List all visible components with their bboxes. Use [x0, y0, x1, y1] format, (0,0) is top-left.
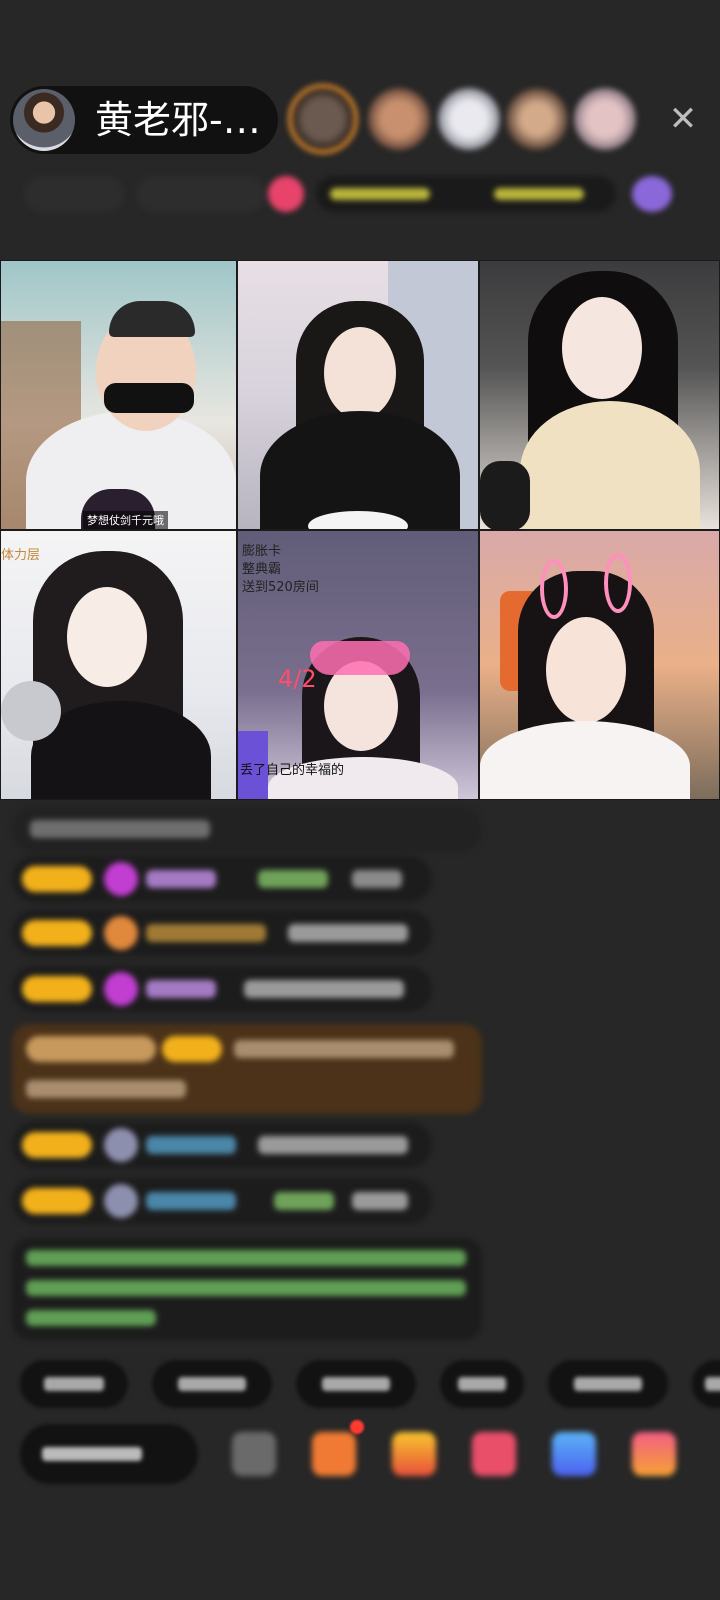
- chat-message: [12, 856, 432, 902]
- emoji-icon[interactable]: [232, 1432, 276, 1476]
- chat-input[interactable]: [20, 1424, 198, 1484]
- gift-box-icon[interactable]: [312, 1432, 356, 1476]
- host-info[interactable]: 黄老邪-…: [10, 86, 278, 154]
- viewer-avatar[interactable]: [288, 84, 358, 154]
- video-caption: 体力层: [1, 548, 41, 563]
- video-tile[interactable]: [479, 530, 720, 800]
- system-notice: [12, 1238, 482, 1340]
- red-packet-icon[interactable]: [472, 1432, 516, 1476]
- notification-dot: [350, 1420, 364, 1434]
- viewer-avatar[interactable]: [506, 88, 568, 150]
- viewer-avatar[interactable]: [438, 88, 500, 150]
- host-avatar[interactable]: [13, 89, 75, 151]
- quick-reply-chip[interactable]: [296, 1360, 416, 1408]
- quick-reply-chip[interactable]: [548, 1360, 668, 1408]
- quick-reply-chip[interactable]: [20, 1360, 128, 1408]
- quick-reply-chip[interactable]: [152, 1360, 272, 1408]
- gift-line: 整典霸: [242, 562, 282, 577]
- chat-message: [12, 806, 482, 852]
- video-tile[interactable]: [237, 260, 479, 530]
- badge-row: [0, 170, 720, 218]
- video-tile[interactable]: 梦想仗剑千元哦: [0, 260, 237, 530]
- video-subtitle: 丢了自己的幸福的: [240, 763, 345, 778]
- chat-message: [12, 966, 432, 1012]
- quick-reply-chip[interactable]: [440, 1360, 524, 1408]
- gift-line: 膨胀卡: [242, 544, 282, 559]
- video-tile[interactable]: 膨胀卡 整典霸 送到520房间 4/2 丢了自己的幸福的: [237, 530, 479, 800]
- chat-highlight-message: [12, 1024, 482, 1114]
- video-grid: 梦想仗剑千元哦 体力层 膨胀卡 整典霸 送到520房间 4/2 丢了自己的幸福的: [0, 260, 720, 800]
- chat-message: [12, 1178, 432, 1224]
- pk-counter: 4/2: [278, 665, 317, 693]
- viewer-avatar[interactable]: [574, 88, 636, 150]
- gift-line: 送到520房间: [242, 580, 319, 595]
- video-tile[interactable]: 体力层: [0, 530, 237, 800]
- viewer-avatar[interactable]: [368, 88, 430, 150]
- gift-icon[interactable]: [632, 1432, 676, 1476]
- shop-icon[interactable]: [392, 1432, 436, 1476]
- chat-message: [12, 910, 432, 956]
- host-name[interactable]: 黄老邪-…: [95, 86, 261, 154]
- quick-reply-chip[interactable]: [692, 1360, 720, 1408]
- video-tile[interactable]: [479, 260, 720, 530]
- chat-message: [12, 1122, 432, 1168]
- game-icon[interactable]: [552, 1432, 596, 1476]
- video-caption: 梦想仗剑千元哦: [83, 511, 168, 529]
- close-icon[interactable]: ✕: [668, 102, 698, 136]
